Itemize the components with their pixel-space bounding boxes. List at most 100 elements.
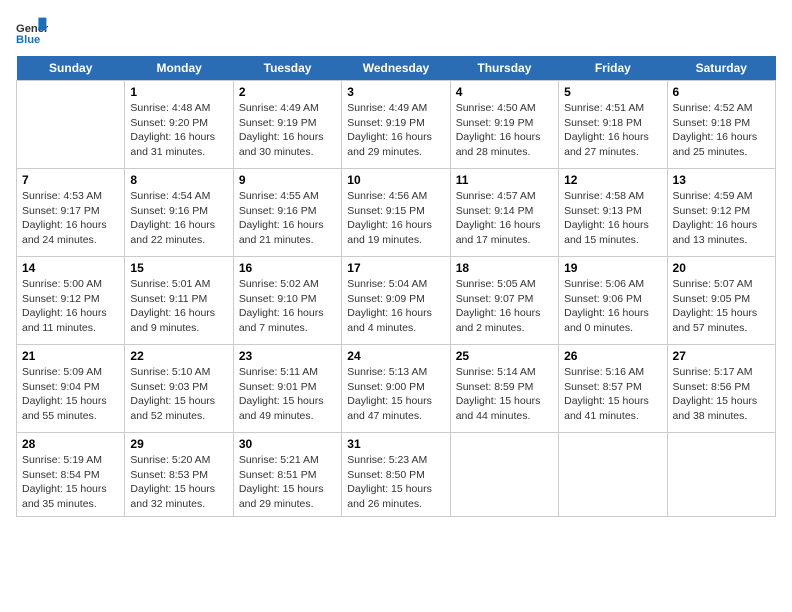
calendar-cell: 11Sunrise: 4:57 AMSunset: 9:14 PMDayligh… <box>450 169 558 257</box>
cell-info: Daylight: 16 hours and 9 minutes. <box>130 306 227 335</box>
cell-info: Sunrise: 4:56 AM <box>347 189 444 204</box>
cell-info: Sunrise: 5:21 AM <box>239 453 336 468</box>
cell-info: Sunrise: 4:59 AM <box>673 189 770 204</box>
cell-info: Sunrise: 4:52 AM <box>673 101 770 116</box>
cell-info: Sunset: 9:10 PM <box>239 292 336 307</box>
cell-info: Sunset: 9:16 PM <box>239 204 336 219</box>
calendar-cell: 17 Sunrise: 5:04 AMSunset: 9:09 PMDayligh… <box>342 257 450 345</box>
cell-info: Sunset: 9:01 PM <box>239 380 336 395</box>
day-header-friday: Friday <box>559 56 667 81</box>
cell-info: Sunrise: 5:04 AM <box>347 277 444 292</box>
cell-info: Sunrise: 5:20 AM <box>130 453 227 468</box>
cell-info: Daylight: 15 hours and 38 minutes. <box>673 394 770 423</box>
cell-info: Sunrise: 5:11 AM <box>239 365 336 380</box>
cell-info: Daylight: 16 hours and 7 minutes. <box>239 306 336 335</box>
cell-info: Sunrise: 5:01 AM <box>130 277 227 292</box>
cell-info: Daylight: 16 hours and 4 minutes. <box>347 306 444 335</box>
cell-info: Daylight: 16 hours and 15 minutes. <box>564 218 661 247</box>
calendar-cell: 8Sunrise: 4:54 AMSunset: 9:16 PMDaylight… <box>125 169 233 257</box>
cell-info: Daylight: 16 hours and 25 minutes. <box>673 130 770 159</box>
logo-icon: General Blue <box>16 16 48 48</box>
calendar-cell: 1Sunrise: 4:48 AMSunset: 9:20 PMDaylight… <box>125 81 233 169</box>
cell-info: Daylight: 16 hours and 27 minutes. <box>564 130 661 159</box>
day-header-tuesday: Tuesday <box>233 56 341 81</box>
cell-info: Daylight: 16 hours and 2 minutes. <box>456 306 553 335</box>
cell-info: Sunrise: 5:19 AM <box>22 453 119 468</box>
cell-info: Daylight: 16 hours and 0 minutes. <box>564 306 661 335</box>
day-number: 30 <box>239 437 336 451</box>
cell-info: Daylight: 16 hours and 19 minutes. <box>347 218 444 247</box>
cell-info: Sunrise: 5:02 AM <box>239 277 336 292</box>
day-number: 17 <box>347 261 444 275</box>
cell-info: Daylight: 16 hours and 17 minutes. <box>456 218 553 247</box>
cell-info: Daylight: 15 hours and 52 minutes. <box>130 394 227 423</box>
cell-info: Sunrise: 4:54 AM <box>130 189 227 204</box>
calendar-cell: 12Sunrise: 4:58 AMSunset: 9:13 PMDayligh… <box>559 169 667 257</box>
calendar-cell: 13Sunrise: 4:59 AMSunset: 9:12 PMDayligh… <box>667 169 775 257</box>
cell-info: Sunset: 9:16 PM <box>130 204 227 219</box>
page-header: General Blue <box>16 16 776 48</box>
cell-info: Sunrise: 4:48 AM <box>130 101 227 116</box>
day-header-monday: Monday <box>125 56 233 81</box>
cell-info: Sunset: 8:54 PM <box>22 468 119 483</box>
cell-info: Sunrise: 4:49 AM <box>239 101 336 116</box>
calendar-cell: 7Sunrise: 4:53 AMSunset: 9:17 PMDaylight… <box>17 169 125 257</box>
cell-info: Sunset: 9:14 PM <box>456 204 553 219</box>
cell-info: Daylight: 15 hours and 26 minutes. <box>347 482 444 511</box>
day-number: 19 <box>564 261 661 275</box>
day-number: 27 <box>673 349 770 363</box>
calendar-cell: 22 Sunrise: 5:10 AMSunset: 9:03 PMDayligh… <box>125 345 233 433</box>
cell-info: Sunset: 9:09 PM <box>347 292 444 307</box>
cell-info: Sunset: 8:51 PM <box>239 468 336 483</box>
day-number: 23 <box>239 349 336 363</box>
calendar-cell: 23Sunrise: 5:11 AMSunset: 9:01 PMDayligh… <box>233 345 341 433</box>
day-number: 11 <box>456 173 553 187</box>
cell-info: Sunset: 9:15 PM <box>347 204 444 219</box>
day-header-saturday: Saturday <box>667 56 775 81</box>
cell-info: Daylight: 16 hours and 29 minutes. <box>347 130 444 159</box>
day-number: 20 <box>673 261 770 275</box>
day-header-wednesday: Wednesday <box>342 56 450 81</box>
cell-info: Daylight: 16 hours and 11 minutes. <box>22 306 119 335</box>
day-number: 8 <box>130 173 227 187</box>
calendar-cell: 16Sunrise: 5:02 AMSunset: 9:10 PMDayligh… <box>233 257 341 345</box>
cell-info: Sunset: 8:53 PM <box>130 468 227 483</box>
calendar-cell: 6Sunrise: 4:52 AMSunset: 9:18 PMDaylight… <box>667 81 775 169</box>
cell-info: Daylight: 16 hours and 31 minutes. <box>130 130 227 159</box>
calendar-cell <box>667 433 775 517</box>
day-number: 26 <box>564 349 661 363</box>
day-number: 6 <box>673 85 770 99</box>
cell-info: Sunrise: 5:00 AM <box>22 277 119 292</box>
day-number: 24 <box>347 349 444 363</box>
cell-info: Sunrise: 4:49 AM <box>347 101 444 116</box>
cell-info: Sunrise: 5:14 AM <box>456 365 553 380</box>
cell-info: Sunrise: 4:51 AM <box>564 101 661 116</box>
calendar-cell: 5Sunrise: 4:51 AMSunset: 9:18 PMDaylight… <box>559 81 667 169</box>
cell-info: Sunset: 9:20 PM <box>130 116 227 131</box>
day-number: 13 <box>673 173 770 187</box>
calendar-cell: 30 Sunrise: 5:21 AMSunset: 8:51 PMDayligh… <box>233 433 341 517</box>
cell-info: Daylight: 15 hours and 32 minutes. <box>130 482 227 511</box>
calendar-cell: 18Sunrise: 5:05 AMSunset: 9:07 PMDayligh… <box>450 257 558 345</box>
day-number: 14 <box>22 261 119 275</box>
day-number: 22 <box>130 349 227 363</box>
calendar-cell <box>450 433 558 517</box>
cell-info: Sunset: 8:56 PM <box>673 380 770 395</box>
cell-info: Sunrise: 5:16 AM <box>564 365 661 380</box>
cell-info: Sunrise: 5:23 AM <box>347 453 444 468</box>
cell-info: Sunset: 9:19 PM <box>239 116 336 131</box>
cell-info: Sunrise: 5:13 AM <box>347 365 444 380</box>
calendar-cell: 20Sunrise: 5:07 AMSunset: 9:05 PMDayligh… <box>667 257 775 345</box>
day-header-thursday: Thursday <box>450 56 558 81</box>
calendar-cell: 15Sunrise: 5:01 AMSunset: 9:11 PMDayligh… <box>125 257 233 345</box>
cell-info: Sunrise: 5:10 AM <box>130 365 227 380</box>
calendar-cell <box>559 433 667 517</box>
cell-info: Sunset: 9:19 PM <box>456 116 553 131</box>
cell-info: Daylight: 15 hours and 29 minutes. <box>239 482 336 511</box>
cell-info: Daylight: 16 hours and 28 minutes. <box>456 130 553 159</box>
day-number: 18 <box>456 261 553 275</box>
cell-info: Sunrise: 4:55 AM <box>239 189 336 204</box>
cell-info: Sunset: 9:03 PM <box>130 380 227 395</box>
cell-info: Daylight: 15 hours and 41 minutes. <box>564 394 661 423</box>
cell-info: Sunset: 9:04 PM <box>22 380 119 395</box>
